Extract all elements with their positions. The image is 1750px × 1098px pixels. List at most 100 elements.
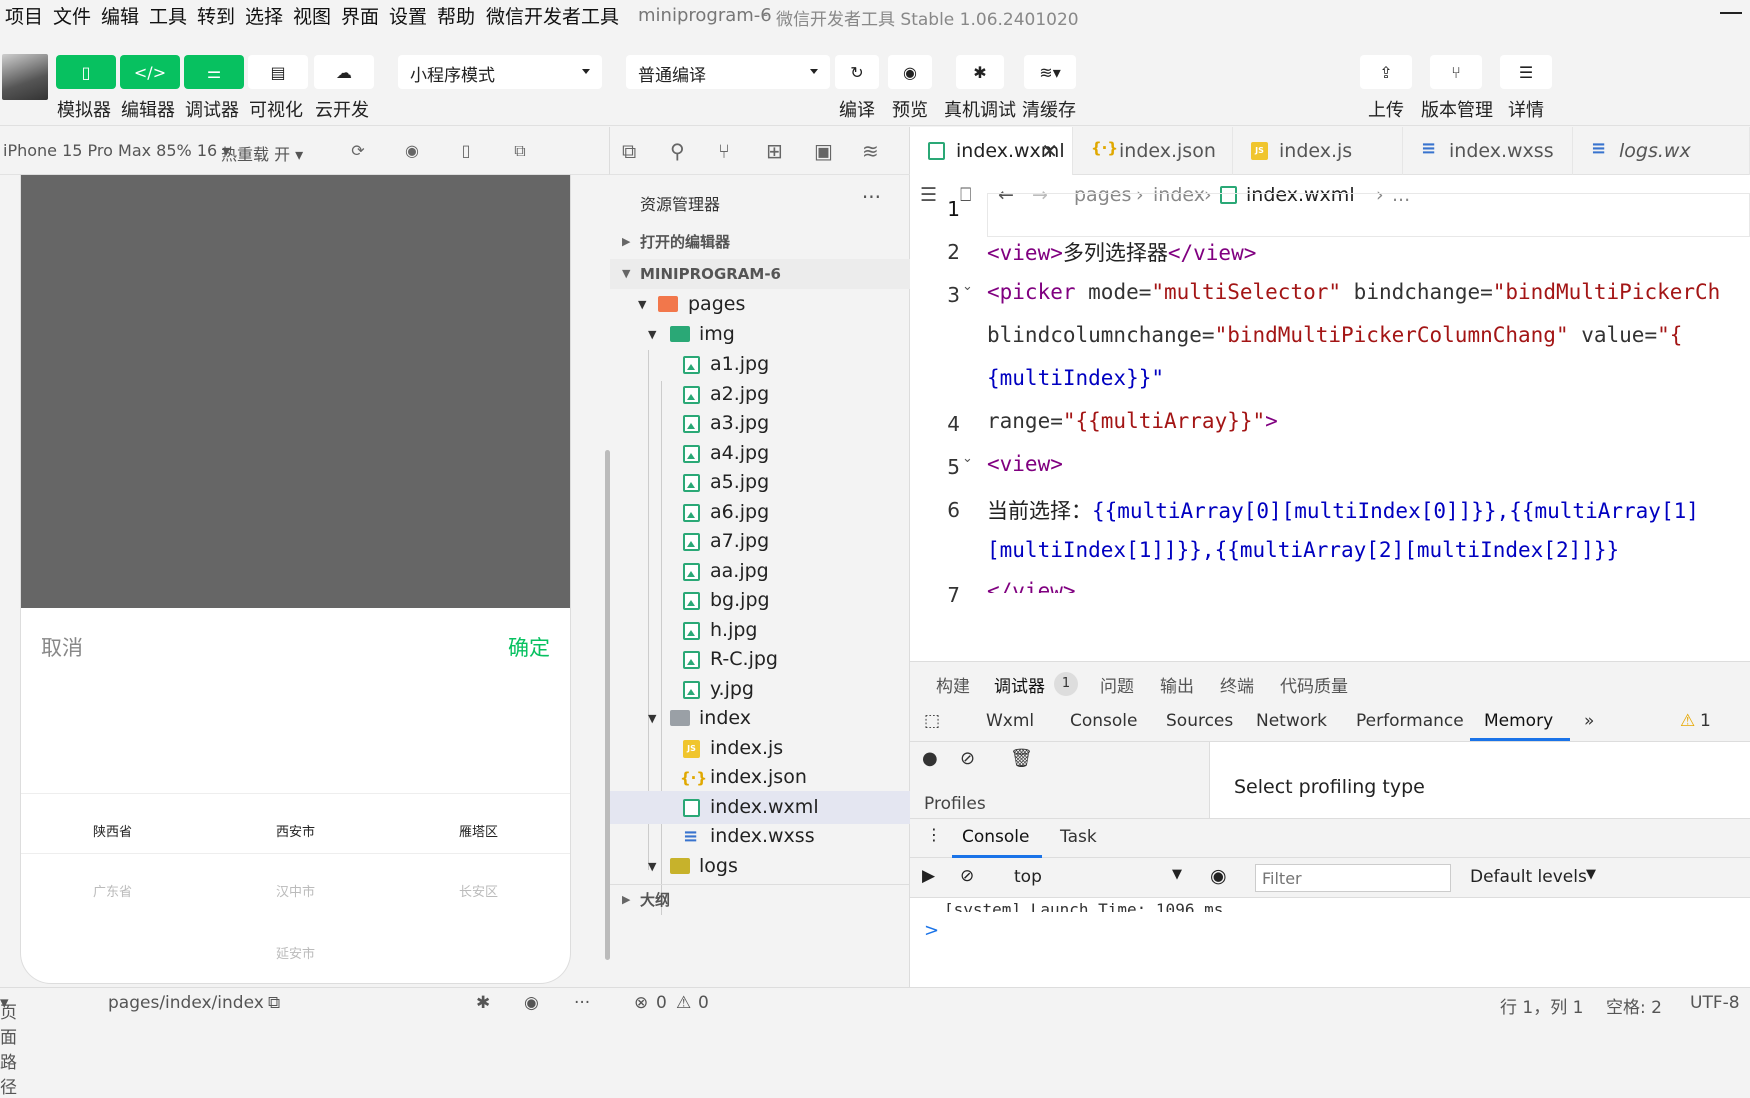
picker-cancel-button[interactable]: 取消	[41, 632, 83, 662]
menu-tools[interactable]: 工具	[149, 2, 187, 29]
tab-memory[interactable]: Memory	[1484, 711, 1553, 731]
tree-file[interactable]: a5.jpg	[610, 466, 910, 499]
minimize-button[interactable]	[1720, 12, 1742, 14]
tree-file[interactable]: bg.jpg	[610, 584, 910, 617]
picker-col1-selected[interactable]: 陕西省	[21, 821, 204, 840]
trash-icon[interactable]: 🗑	[1010, 748, 1033, 769]
picker-col2-option[interactable]: 汉中市	[204, 881, 387, 900]
menu-file[interactable]: 文件	[53, 2, 91, 29]
tree-file[interactable]: {·} index.json	[610, 761, 910, 794]
search-icon[interactable]: ⚲	[670, 139, 685, 163]
menu-view[interactable]: 视图	[293, 2, 331, 29]
open-editors-section[interactable]: ▶ 打开的编辑器	[610, 227, 910, 257]
tab-output[interactable]: 输出	[1160, 672, 1194, 697]
window-icon[interactable]: ⧉	[510, 141, 530, 161]
tab-debugger[interactable]: 调试器	[994, 672, 1045, 697]
encoding[interactable]: UTF-8	[1690, 993, 1740, 1013]
tab-index-js[interactable]: JS index.js	[1233, 127, 1403, 175]
real-debug-button[interactable]: ✱	[956, 55, 1004, 89]
menu-select[interactable]: 选择	[245, 2, 283, 29]
fold-chevron-icon[interactable]: ⌄	[962, 451, 973, 466]
close-icon[interactable]: ✕	[1041, 127, 1058, 175]
sidebar-toggle-icon[interactable]: ▶	[922, 866, 935, 886]
inspect-icon[interactable]: ⬚	[924, 711, 940, 731]
tree-file[interactable]: R-C.jpg	[610, 643, 910, 676]
indent-spaces[interactable]: 空格: 2	[1606, 993, 1662, 1018]
picker-col3-selected[interactable]: 雁塔区	[387, 821, 570, 840]
caret-down-icon[interactable]: ▼	[1586, 867, 1596, 882]
menu-goto[interactable]: 转到	[197, 2, 235, 29]
version-button[interactable]: ⑂	[1430, 55, 1482, 89]
page-path-label[interactable]: 页面路径 ▾	[0, 993, 17, 1098]
picker-col1-option[interactable]: 广东省	[21, 881, 204, 900]
code-line-7[interactable]: </view>	[987, 579, 1076, 593]
picker-col2-selected[interactable]: 西安市	[204, 821, 387, 840]
eye-icon[interactable]: ◉	[1210, 865, 1227, 887]
tab-code-quality[interactable]: 代码质量	[1280, 672, 1348, 697]
picker-col3-option[interactable]: 长安区	[387, 881, 570, 900]
tree-folder-logs[interactable]: ▼ logs	[610, 850, 910, 883]
mode-select[interactable]: 小程序模式	[398, 55, 602, 89]
more-icon[interactable]: ···	[862, 185, 881, 209]
project-section[interactable]: ▼ MINIPROGRAM-6	[610, 259, 910, 289]
tab-index-wxml[interactable]: index.wxml ✕	[910, 127, 1073, 175]
tab-drawer-task[interactable]: Task	[1060, 827, 1097, 847]
code-line-2[interactable]: <view>多列选择器</view>	[987, 237, 1256, 267]
tree-file[interactable]: a7.jpg	[610, 525, 910, 558]
tab-index-wxss[interactable]: ≡ index.wxss	[1403, 127, 1573, 175]
device-select[interactable]: iPhone 15 Pro Max 85% 16 ▾	[3, 141, 230, 160]
code-line-3-wrap2[interactable]: {multiIndex}}"	[987, 366, 1164, 390]
tree-folder-pages[interactable]: ▼ pages	[610, 288, 910, 321]
copy-icon[interactable]: ⧉	[268, 993, 280, 1013]
menu-devtools[interactable]: 微信开发者工具	[486, 2, 619, 29]
error-icon[interactable]: ⊗	[634, 993, 648, 1013]
tab-terminal[interactable]: 终端	[1220, 672, 1254, 697]
extensions-icon[interactable]: ⊞	[766, 139, 783, 163]
filter-input[interactable]	[1255, 864, 1451, 892]
context-select[interactable]: top	[1014, 867, 1042, 887]
visual-button[interactable]: ▤	[248, 55, 308, 89]
menu-settings[interactable]: 设置	[389, 2, 427, 29]
fold-chevron-icon[interactable]: ⌄	[962, 279, 973, 294]
cloud-button[interactable]: ☁	[314, 55, 374, 89]
levels-select[interactable]: Default levels	[1470, 867, 1587, 887]
page-path[interactable]: pages/index/index	[108, 993, 264, 1013]
rotate-icon[interactable]: ⟳	[348, 141, 368, 161]
clear-icon[interactable]: ⊘	[960, 748, 975, 769]
tree-file[interactable]: a1.jpg	[610, 348, 910, 381]
code-line-5[interactable]: <view>	[987, 452, 1063, 476]
menu-interface[interactable]: 界面	[341, 2, 379, 29]
phone-icon[interactable]: ▯	[456, 141, 476, 161]
caret-down-icon[interactable]: ▼	[1172, 867, 1182, 882]
tab-network[interactable]: Network	[1256, 711, 1327, 731]
compile-mode-select[interactable]: 普通编译	[626, 55, 830, 89]
picker-confirm-button[interactable]: 确定	[508, 632, 550, 662]
tab-logs[interactable]: ≡ logs.wx	[1573, 127, 1750, 175]
outline-section[interactable]: ▶ 大纲	[610, 884, 910, 914]
warning-icon[interactable]: ⚠	[1680, 711, 1695, 731]
tab-performance[interactable]: Performance	[1356, 711, 1464, 731]
simulator-button[interactable]: ▯	[56, 55, 116, 89]
compile-button[interactable]: ↻	[835, 55, 879, 89]
upload-button[interactable]: ⇪	[1360, 55, 1412, 89]
editor-button[interactable]: </>	[120, 55, 180, 89]
code-line-3-wrap[interactable]: blindcolumnchange="bindMultiPickerColumn…	[987, 323, 1682, 347]
hotreload-toggle[interactable]: 热重载 开 ▾	[221, 141, 303, 165]
clear-console-icon[interactable]: ⊘	[960, 866, 974, 886]
panel-icon[interactable]: ▣	[814, 139, 833, 163]
more-icon[interactable]: ···	[574, 993, 590, 1013]
docker-icon[interactable]: ≋	[862, 139, 879, 163]
bookmark-icon[interactable]: ⎕	[960, 175, 971, 215]
code-line-6[interactable]: 当前选择：{{multiArray[0][multiIndex[0]]}},{{…	[987, 495, 1699, 525]
tab-sources[interactable]: Sources	[1166, 711, 1233, 731]
console-prompt[interactable]: >	[924, 920, 939, 941]
files-icon[interactable]: ⧉	[622, 139, 636, 163]
menu-edit[interactable]: 编辑	[101, 2, 139, 29]
menu-help[interactable]: 帮助	[437, 2, 475, 29]
cursor-position[interactable]: 行 1，列 1	[1500, 993, 1583, 1018]
bug-icon[interactable]: ✱	[476, 993, 490, 1013]
tab-console[interactable]: Console	[1070, 711, 1138, 731]
tree-file[interactable]: a3.jpg	[610, 407, 910, 440]
clear-cache-button[interactable]: ≋▾	[1024, 55, 1076, 89]
debugger-button[interactable]: ⚌	[184, 55, 244, 89]
